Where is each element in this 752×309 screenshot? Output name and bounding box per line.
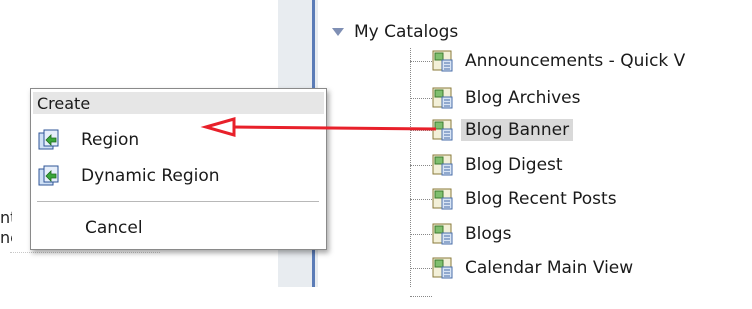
- dynamic-region-icon: [37, 164, 61, 188]
- tree-connector: [410, 129, 432, 131]
- portlet-icon: [432, 154, 454, 176]
- tree-connector: [410, 97, 432, 99]
- catalog-node-my-catalogs[interactable]: My Catalogs: [318, 18, 752, 46]
- region-icon: [37, 128, 61, 152]
- menu-separator: [37, 201, 319, 202]
- tree-item[interactable]: Blog Digest: [410, 152, 567, 178]
- portlet-icon: [432, 188, 454, 210]
- menu-item-label: Region: [81, 130, 140, 150]
- menu-item-label: Dynamic Region: [81, 166, 220, 186]
- tree-item[interactable]: Blogs: [410, 221, 515, 247]
- context-menu: Create Region Dynamic Region Cancel: [30, 88, 327, 250]
- tree-item-label: Blog Recent Posts: [465, 189, 617, 209]
- tree-connector: [410, 233, 432, 235]
- portlet-icon: [432, 87, 454, 109]
- tree-connector: [410, 60, 432, 62]
- tree-item[interactable]: Blog Recent Posts: [410, 186, 621, 212]
- tree-item-selected[interactable]: Blog Banner: [410, 117, 574, 143]
- catalog-title: My Catalogs: [354, 22, 459, 42]
- tree-item-label: Calendar Main View: [465, 258, 634, 278]
- tree-connector: [410, 295, 432, 297]
- portlet-icon: [432, 223, 454, 245]
- menu-item-dynamic-region[interactable]: Dynamic Region: [35, 161, 320, 191]
- partial-text-1: nt: [0, 208, 12, 227]
- menu-item-region[interactable]: Region: [35, 125, 320, 155]
- tree-item[interactable]: Calendar Main View: [410, 255, 637, 281]
- menu-header: Create: [33, 92, 324, 114]
- tree-item[interactable]: Announcements - Quick V: [410, 48, 689, 74]
- tree-item-label: Blog Archives: [465, 88, 581, 108]
- portlet-icon: [432, 257, 454, 279]
- tree-item-label: Blog Digest: [465, 155, 563, 175]
- partial-divider: [10, 252, 160, 254]
- tree-item-label: Blog Banner: [461, 119, 574, 141]
- tree-connector: [410, 164, 432, 166]
- portlet-icon: [432, 119, 454, 141]
- tree-item[interactable]: Blog Archives: [410, 85, 584, 111]
- tree-connector: [410, 198, 432, 200]
- menu-item-label: Cancel: [85, 218, 143, 238]
- tree-connector: [410, 267, 432, 269]
- menu-item-cancel[interactable]: Cancel: [35, 213, 320, 243]
- portlet-icon: [432, 50, 454, 72]
- catalog-pane: My Catalogs Announcements - Quick V Blog…: [318, 0, 752, 297]
- expand-triangle-icon[interactable]: [332, 28, 344, 36]
- partial-text-2: ne: [0, 228, 12, 247]
- tree-item-label: Blogs: [465, 224, 512, 244]
- tree-item-label: Announcements - Quick V: [465, 51, 686, 71]
